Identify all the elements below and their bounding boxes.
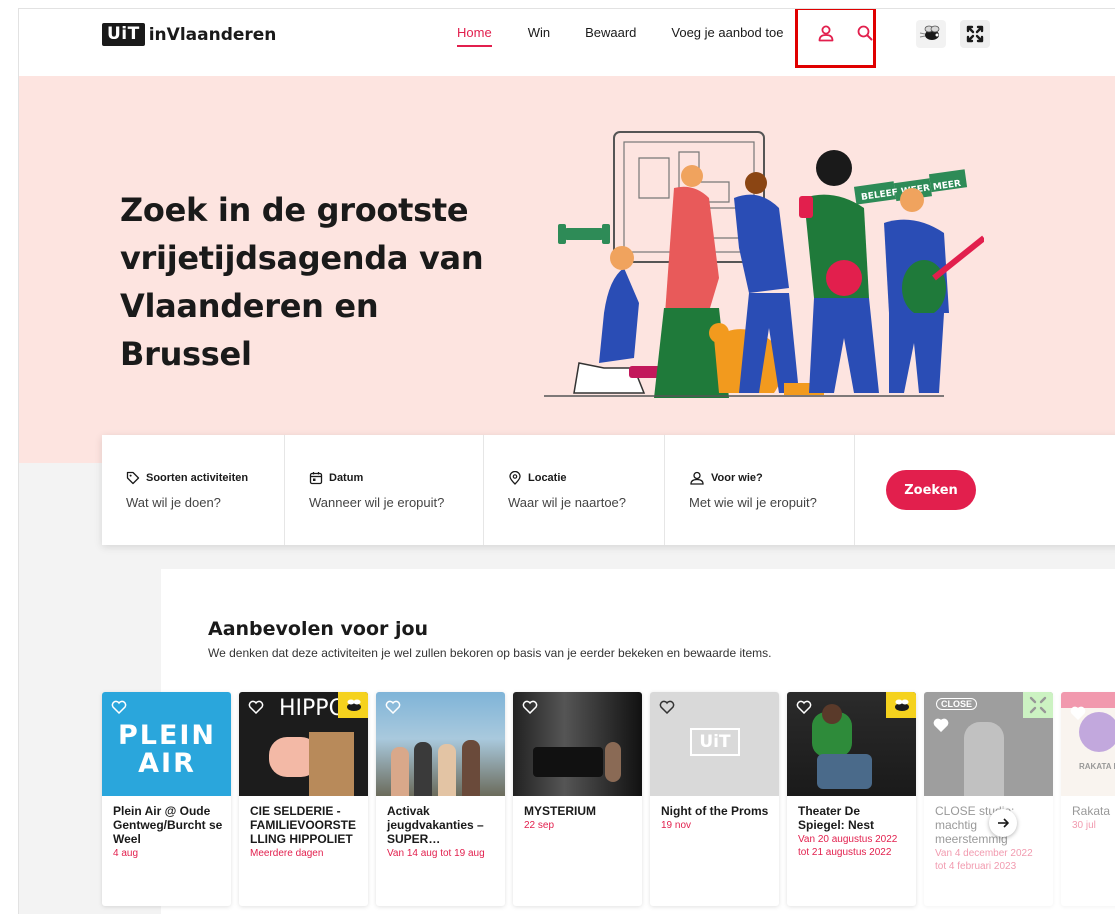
- card-image: UiT: [650, 692, 779, 796]
- card-image: [787, 692, 916, 796]
- nav-bewaard[interactable]: Bewaard: [585, 25, 636, 47]
- hero-title: Zoek in de grootste vrijetijdsagenda van…: [120, 191, 484, 373]
- heart-icon[interactable]: [659, 700, 675, 714]
- logo[interactable]: UiT inVlaanderen: [102, 23, 276, 46]
- user-icon[interactable]: [816, 23, 836, 43]
- activity-card[interactable]: HIPPOL CIE SELDERIE - FAMILIEVOORSTE LLI…: [239, 692, 368, 906]
- card-image: [376, 692, 505, 796]
- heart-icon[interactable]: [385, 700, 401, 714]
- hero-illustration: BELEEF WEER MEER: [544, 131, 984, 398]
- activity-card[interactable]: PLEIN AIR Plein Air @ Oude Gentweg/Burch…: [102, 692, 231, 906]
- activity-card[interactable]: CLOSE CLOSE studio: machtig meerstemmig …: [924, 692, 1053, 906]
- logo-mark: UiT: [102, 23, 145, 46]
- search-button[interactable]: Zoeken: [886, 470, 976, 510]
- heart-icon[interactable]: [933, 718, 949, 732]
- expand-extension-icon[interactable]: [960, 20, 990, 48]
- logo-text: inVlaanderen: [148, 24, 277, 45]
- audience-label: Voor wie?: [689, 471, 854, 485]
- activity-card[interactable]: RAKATA FESTIV Rakata 30 jul: [1061, 692, 1115, 906]
- card-date: 19 nov: [661, 820, 692, 831]
- card-title: Plein Air @ Oude Gentweg/Burcht se Weel: [113, 804, 223, 846]
- card-image-text: RAKATA FESTIV: [1079, 762, 1115, 771]
- location-placeholder: Waar wil je naartoe?: [508, 495, 627, 510]
- activity-type-label: Soorten activiteiten: [126, 471, 284, 485]
- card-date: Van 4 december 2022 tot 4 februari 2023: [935, 848, 1033, 872]
- card-image: [513, 692, 642, 796]
- arrow-right-icon: [998, 818, 1009, 828]
- person-icon: [690, 471, 704, 485]
- card-image: CLOSE: [924, 692, 1053, 796]
- date-label-text: Datum: [329, 472, 364, 484]
- date-placeholder: Wanneer wil je eropuit?: [309, 495, 445, 510]
- activity-card[interactable]: MYSTERIUM 22 sep: [513, 692, 642, 906]
- activity-card[interactable]: UiT Night of the Proms 19 nov: [650, 692, 779, 906]
- recommended-subtitle: We denken dat deze activiteiten je wel z…: [208, 646, 772, 660]
- activity-card[interactable]: Theater De Spiegel: Nest Van 20 augustus…: [787, 692, 916, 906]
- card-title: MYSTERIUM: [524, 804, 596, 818]
- location-field[interactable]: Locatie Waar wil je naartoe?: [484, 435, 665, 545]
- heart-icon[interactable]: [248, 700, 264, 714]
- card-date: Van 20 augustus 2022 tot 21 augustus 202…: [798, 834, 898, 858]
- date-field[interactable]: Datum Wanneer wil je eropuit?: [285, 435, 484, 545]
- activity-card[interactable]: Activak jeugdvakanties – SUPER… Van 14 a…: [376, 692, 505, 906]
- fly-badge-icon: [338, 692, 368, 718]
- card-title: Night of the Proms: [661, 804, 769, 818]
- location-label: Locatie: [508, 471, 664, 485]
- fly-badge-icon: [886, 692, 916, 718]
- nav-home[interactable]: Home: [457, 25, 492, 47]
- hero-section: Zoek in de grootste vrijetijdsagenda van…: [19, 76, 1115, 463]
- recommended-title: Aanbevolen voor jou: [208, 618, 429, 640]
- card-date: Meerdere dagen: [250, 848, 324, 859]
- card-title: Rakata: [1072, 804, 1111, 818]
- nav-win[interactable]: Win: [528, 25, 550, 47]
- date-label: Datum: [309, 471, 483, 485]
- card-title: CIE SELDERIE - FAMILIEVOORSTE LLING HIPP…: [250, 804, 357, 846]
- search-icon[interactable]: [855, 23, 875, 43]
- heart-icon[interactable]: [796, 700, 812, 714]
- site-header: UiT inVlaanderen Home Win Bewaard Voeg j…: [19, 9, 1115, 76]
- heart-icon[interactable]: [1070, 706, 1086, 720]
- location-pin-icon: [509, 471, 521, 485]
- fly-extension-icon[interactable]: [916, 20, 946, 48]
- card-image-text: PLEIN AIR: [117, 720, 217, 779]
- card-date: Van 14 aug tot 19 aug: [387, 848, 485, 859]
- card-date: 30 jul: [1072, 820, 1096, 831]
- card-date: 22 sep: [524, 820, 555, 831]
- card-image-text: UiT: [690, 728, 740, 756]
- activity-type-label-text: Soorten activiteiten: [146, 472, 249, 484]
- calendar-icon: [309, 472, 323, 485]
- heart-icon[interactable]: [111, 700, 127, 714]
- activity-type-field[interactable]: Soorten activiteiten Wat wil je doen?: [102, 435, 285, 545]
- heart-icon[interactable]: [522, 700, 538, 714]
- nav-voeg-aanbod-toe[interactable]: Voeg je aanbod toe: [671, 25, 783, 47]
- card-title: Activak jeugdvakanties – SUPER…: [387, 804, 484, 846]
- activity-type-placeholder: Wat wil je doen?: [126, 495, 221, 510]
- expand-badge-icon: [1023, 692, 1053, 718]
- audience-label-text: Voor wie?: [711, 472, 763, 484]
- card-image: RAKATA FESTIV: [1061, 692, 1115, 796]
- card-image: HIPPOL: [239, 692, 368, 796]
- carousel-next-button[interactable]: [989, 809, 1017, 837]
- tag-icon: [126, 471, 140, 485]
- card-image-text: CLOSE: [936, 698, 978, 710]
- page: UiT inVlaanderen Home Win Bewaard Voeg j…: [18, 8, 1115, 914]
- card-image: PLEIN AIR: [102, 692, 231, 796]
- search-bar: Soorten activiteiten Wat wil je doen? Da…: [102, 435, 1115, 545]
- location-label-text: Locatie: [528, 472, 567, 484]
- audience-placeholder: Met wie wil je eropuit?: [689, 495, 817, 510]
- card-title: Theater De Spiegel: Nest: [798, 804, 875, 832]
- audience-field[interactable]: Voor wie? Met wie wil je eropuit?: [665, 435, 855, 545]
- main-nav: Home Win Bewaard Voeg je aanbod toe: [457, 25, 819, 47]
- card-date: 4 aug: [113, 848, 139, 859]
